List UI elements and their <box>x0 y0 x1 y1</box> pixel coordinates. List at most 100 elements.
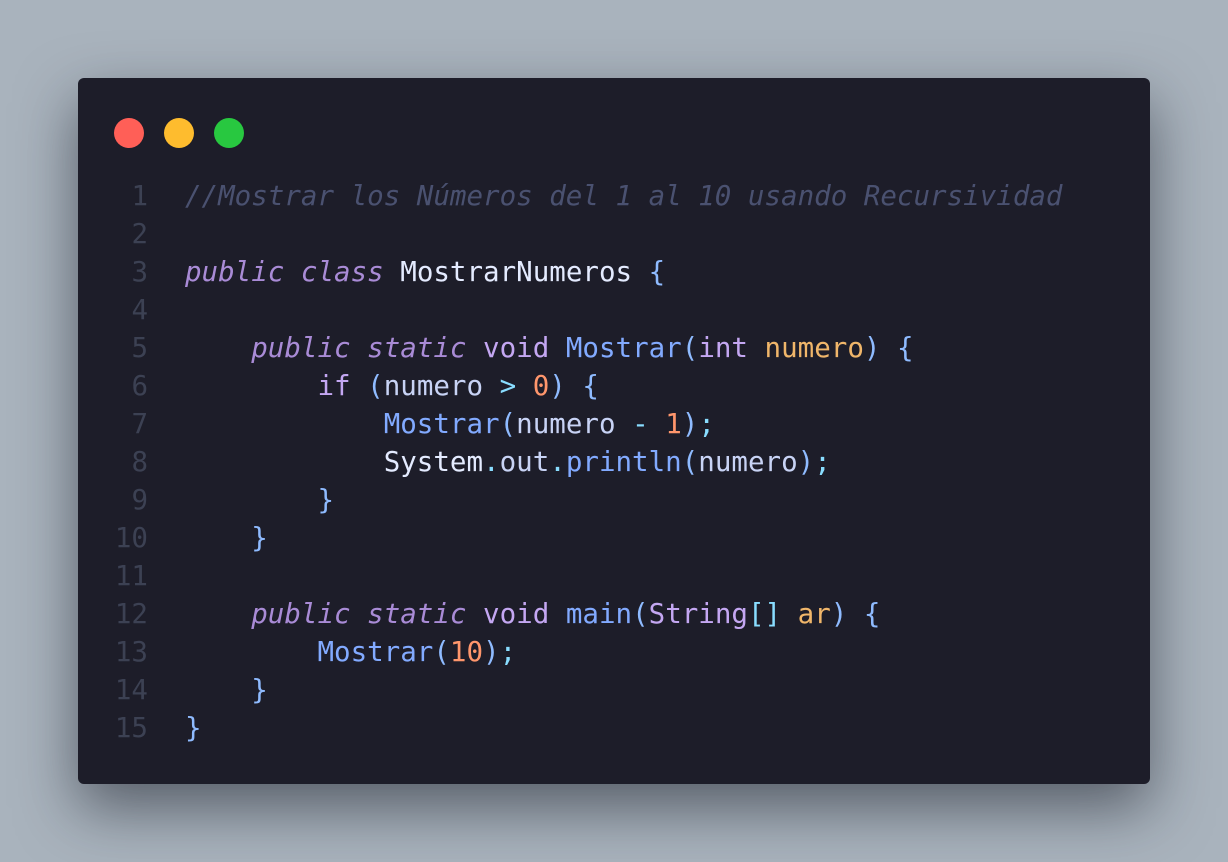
code-token-punct: ) <box>797 446 815 478</box>
code-token-number: 1 <box>665 408 682 440</box>
line-number: 15 <box>114 712 148 744</box>
minimize-window-dot-icon[interactable] <box>164 118 194 148</box>
code-token-class: MostrarNumeros <box>400 256 633 288</box>
code-token-punct: ) <box>483 636 500 668</box>
line-number: 2 <box>131 218 148 250</box>
code-token-keyword: class <box>300 256 384 288</box>
code-line: 15} <box>78 709 1150 747</box>
code-token-keyword: static <box>367 332 467 364</box>
code-token-func: Mostrar <box>383 408 500 440</box>
line-number: 1 <box>131 180 148 212</box>
code-token-type: void <box>483 332 550 364</box>
line-number: 5 <box>131 332 148 364</box>
code-token-punct: ( <box>681 332 699 364</box>
maximize-window-dot-icon[interactable] <box>214 118 244 148</box>
code-text: //Mostrar los Números del 1 al 10 usando… <box>185 177 1063 215</box>
code-token-op: ; <box>698 408 715 440</box>
code-token-func: Mostrar <box>317 636 434 668</box>
code-token-number: 10 <box>449 636 484 668</box>
code-token-keyword: public <box>251 332 351 364</box>
code-token-type: String <box>648 598 748 630</box>
code-token-param: ar <box>797 598 831 630</box>
code-token-punct: ) <box>830 598 848 630</box>
line-number: 8 <box>131 446 148 478</box>
line-number: 7 <box>131 408 148 440</box>
code-text: public class MostrarNumeros { <box>185 253 665 291</box>
code-token-punct: { <box>582 370 599 402</box>
code-line: 12 public static void main(String[] ar) … <box>78 595 1150 633</box>
code-token-func: main <box>565 598 633 630</box>
code-line: 6 if (numero > 0) { <box>78 367 1150 405</box>
code-token-plain: out <box>499 446 550 478</box>
code-text: public static void Mostrar(int numero) { <box>185 329 914 367</box>
code-token-type: void <box>483 598 550 630</box>
code-token-plain: numero <box>698 446 798 478</box>
code-token-keyword: public <box>185 256 285 288</box>
code-text: public static void main(String[] ar) { <box>185 595 880 633</box>
code-text: } <box>185 709 202 747</box>
code-token-func: Mostrar <box>565 332 682 364</box>
code-token-op: . <box>483 446 500 478</box>
code-token-punct: ) <box>863 332 881 364</box>
code-token-punct: { <box>897 332 914 364</box>
code-line: 14 } <box>78 671 1150 709</box>
code-token-punct: ( <box>367 370 384 402</box>
code-line: 13 Mostrar(10); <box>78 633 1150 671</box>
code-line: 9 } <box>78 481 1150 519</box>
code-token-type: int <box>698 332 748 364</box>
code-token-punct: ( <box>499 408 517 440</box>
code-token-punct: ( <box>681 446 699 478</box>
code-token-punct: { <box>863 598 881 630</box>
code-window: 1 //Mostrar los Números del 1 al 10 usand… <box>78 78 1150 784</box>
code-token-op: > <box>499 370 517 402</box>
code-token-keyword: static <box>367 598 467 630</box>
line-number: 9 <box>131 484 148 516</box>
code-token-class: System <box>383 446 484 478</box>
code-token-keyword: public <box>251 598 351 630</box>
code-text: } <box>185 519 268 557</box>
code-line: 4 <box>78 291 1150 329</box>
code-text: System.out.println(numero); <box>185 443 831 481</box>
code-line: 2 <box>78 215 1150 253</box>
code-token-plain: numero <box>516 408 616 440</box>
line-number: 4 <box>131 294 148 326</box>
code-line: 10 } <box>78 519 1150 557</box>
code-token-punct: { <box>648 256 666 288</box>
code-line: 7 Mostrar(numero - 1); <box>78 405 1150 443</box>
code-token-comment: //Mostrar los Números del 1 al 10 usando… <box>185 180 1063 212</box>
code-text: Mostrar(10); <box>185 633 516 671</box>
code-block: 1 //Mostrar los Números del 1 al 10 usand… <box>78 177 1150 747</box>
code-token-op: - <box>632 408 649 440</box>
code-text: } <box>185 481 334 519</box>
line-number: 14 <box>114 674 148 706</box>
code-token-plain: numero <box>383 370 484 402</box>
close-window-dot-icon[interactable] <box>114 118 144 148</box>
line-number: 12 <box>114 598 148 630</box>
code-token-punct: } <box>251 674 268 706</box>
code-line: 1 //Mostrar los Números del 1 al 10 usand… <box>78 177 1150 215</box>
line-number: 13 <box>114 636 148 668</box>
code-token-punct: ) <box>681 408 699 440</box>
